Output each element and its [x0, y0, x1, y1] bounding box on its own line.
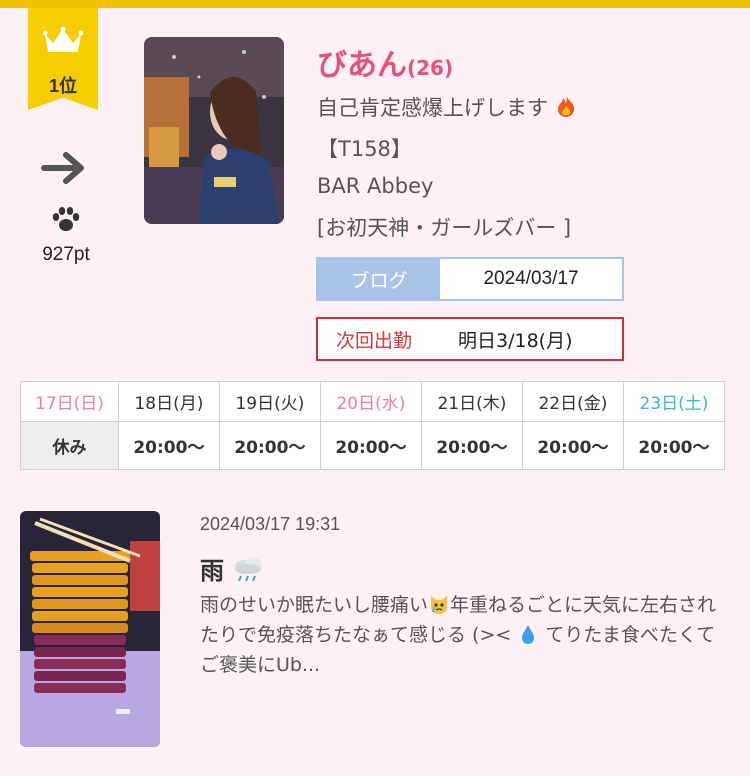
blog-link[interactable]: ブログ 2024/03/17 [316, 257, 624, 301]
shop-name[interactable]: BAR Abbey [317, 174, 433, 198]
rank-badge: 1位 [28, 8, 98, 110]
schedule-day: 23日(土) [622, 381, 726, 422]
schedule-time: 休み [20, 421, 119, 470]
paw-icon [52, 207, 80, 231]
catchphrase-text: 自己肯定感爆上げします [317, 96, 548, 120]
schedule-time: 20:00〜 [521, 421, 624, 470]
rank-label: 1位 [48, 76, 77, 96]
arrow-right-icon [41, 152, 84, 184]
crown-icon [43, 26, 83, 52]
fire-icon [557, 95, 574, 117]
schedule-time: 20:00〜 [218, 421, 321, 470]
schedule-time: 20:00〜 [319, 421, 422, 470]
post-thumbnail[interactable] [20, 511, 160, 747]
droplet-icon [522, 625, 535, 644]
next-shift-label: 次回出勤 [336, 329, 413, 352]
name-text: びあん [317, 48, 407, 83]
blog-label: ブログ [318, 259, 440, 299]
profile-photo[interactable] [144, 37, 284, 224]
post-excerpt[interactable]: 雨のせいか眠たいし腰痛い 年重ねるごとに天気に左右されたりで免疫落ちたなぁて感じ… [200, 590, 730, 680]
schedule-day: 17日(日) [20, 381, 119, 422]
next-shift-value: 明日3/18(月) [458, 329, 573, 352]
schedule-day: 22日(金) [521, 381, 624, 422]
area-genre: [お初天神・ガールズバー ] [317, 216, 572, 240]
schedule-day: 20日(水) [319, 381, 422, 422]
height-info: 【T158】 [317, 137, 412, 161]
schedule-time: 20:00〜 [117, 421, 220, 470]
post-title[interactable]: 雨 [200, 551, 264, 586]
schedule-times-row: 休み 20:00〜 20:00〜 20:00〜 20:00〜 20:00〜 20… [20, 421, 726, 470]
schedule-day: 19日(火) [218, 381, 321, 422]
post-datetime: 2024/03/17 19:31 [200, 514, 341, 534]
schedule-days-row: 17日(日) 18日(月) 19日(火) 20日(水) 21日(木) 22日(金… [20, 381, 726, 422]
crying-cat-icon [431, 596, 448, 614]
profile-name[interactable]: びあん(26) [317, 40, 453, 84]
weekly-schedule: 17日(日) 18日(月) 19日(火) 20日(水) 21日(木) 22日(金… [20, 381, 726, 470]
schedule-time: 20:00〜 [420, 421, 523, 470]
blog-date: 2024/03/17 [483, 268, 579, 289]
points-value: 927pt [42, 244, 90, 265]
catchphrase: 自己肯定感爆上げします [317, 92, 577, 122]
rain-cloud-icon [235, 557, 263, 582]
age-text: (26) [407, 56, 454, 80]
top-accent-bar [0, 0, 750, 8]
schedule-time: 20:00〜 [622, 421, 726, 470]
schedule-day: 18日(月) [117, 381, 220, 422]
post-title-text: 雨 [200, 557, 224, 585]
schedule-day: 21日(木) [420, 381, 523, 422]
next-shift-box: 次回出勤 明日3/18(月) [316, 317, 624, 361]
post-body-part1: 雨のせいか眠たいし腰痛い [200, 594, 429, 616]
